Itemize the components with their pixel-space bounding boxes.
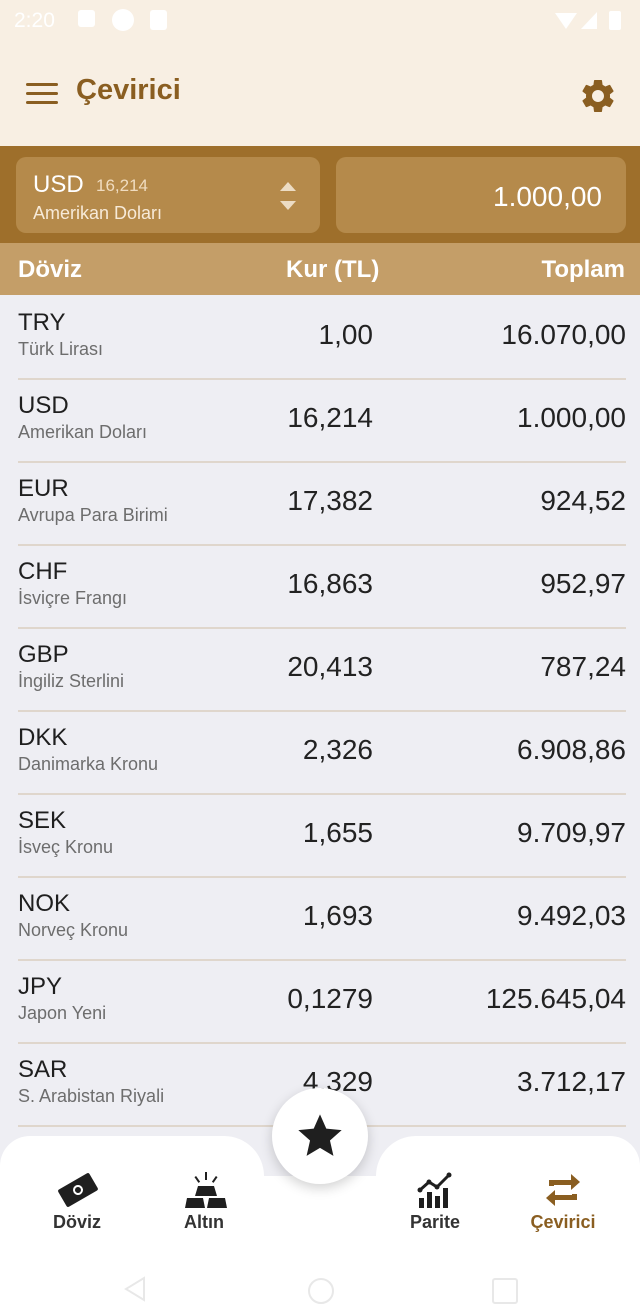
column-header-rate: Kur (TL)	[286, 256, 380, 283]
table-row[interactable]: GBP İngiliz Sterlini 20,413 787,24	[18, 627, 626, 712]
currency-select[interactable]: USD 16,214 Amerikan Doları	[16, 157, 320, 233]
column-header-total: Toplam	[541, 256, 625, 283]
row-name: İsviçre Frangı	[18, 588, 128, 608]
row-name: Japon Yeni	[18, 1003, 107, 1023]
table-row[interactable]: NOK Norveç Kronu 1,693 9.492,03	[18, 876, 626, 961]
converter-panel: USD 16,214 Amerikan Doları 1.000,00	[0, 146, 640, 243]
row-rate: 20,413	[287, 651, 373, 682]
row-code: TRY	[18, 309, 66, 336]
row-name: Türk Lirası	[18, 339, 104, 359]
selected-currency-rate: 16,214	[96, 176, 148, 195]
app-notification-icon	[112, 9, 134, 31]
row-name: Avrupa Para Birimi	[18, 505, 168, 525]
menu-icon[interactable]	[26, 81, 58, 107]
row-total: 9.492,03	[517, 900, 626, 931]
row-rate: 16,863	[287, 568, 373, 599]
back-icon[interactable]	[122, 1276, 148, 1302]
row-name: S. Arabistan Riyali	[18, 1086, 165, 1106]
gold-bars-icon	[185, 1172, 227, 1208]
nav-label-cevirici: Çevirici	[530, 1212, 596, 1232]
row-total: 952,97	[540, 568, 626, 599]
row-rate: 0,1279	[287, 983, 373, 1014]
column-header-currency: Döviz	[18, 256, 83, 283]
table-row[interactable]: TRY Türk Lirası 1,00 16.070,00	[18, 295, 626, 380]
row-code: NOK	[18, 890, 71, 917]
amount-input[interactable]: 1.000,00	[336, 157, 626, 233]
row-total: 125.645,04	[485, 983, 626, 1014]
selected-currency-name: Amerikan Doları	[33, 203, 163, 223]
table-row[interactable]: USD Amerikan Doları 16,214 1.000,00	[18, 378, 626, 463]
recent-apps-icon[interactable]	[492, 1278, 518, 1304]
row-code: EUR	[18, 475, 69, 502]
nav-item-altin[interactable]: Altın	[149, 1136, 259, 1246]
nav-item-parite[interactable]: Parite	[380, 1136, 490, 1246]
row-code: GBP	[18, 641, 69, 668]
row-name: Amerikan Doları	[18, 422, 148, 442]
nav-label-altin: Altın	[184, 1212, 224, 1232]
row-rate: 1,00	[318, 319, 374, 350]
table-row[interactable]: EUR Avrupa Para Birimi 17,382 924,52	[18, 461, 626, 546]
sort-arrows-icon	[280, 182, 296, 210]
page-title: Çevirici	[76, 74, 181, 106]
row-rate: 1,693	[302, 900, 373, 931]
row-name: Norveç Kronu	[18, 920, 129, 940]
row-name: Danimarka Kronu	[18, 754, 159, 774]
row-total: 787,24	[540, 651, 626, 682]
swap-icon	[546, 1174, 580, 1206]
nav-item-doviz[interactable]: Döviz	[22, 1136, 132, 1246]
row-rate: 1,655	[302, 817, 373, 848]
notification-icon	[78, 10, 95, 27]
nav-label-doviz: Döviz	[52, 1212, 101, 1232]
status-bar: 2:20	[0, 0, 640, 44]
row-total: 3.712,17	[517, 1066, 626, 1097]
favorites-fab[interactable]	[272, 1088, 368, 1184]
gear-icon[interactable]	[578, 76, 618, 116]
bottom-nav-middle	[264, 1176, 376, 1260]
row-total: 16.070,00	[501, 319, 626, 350]
table-row[interactable]: CHF İsviçre Frangı 16,863 952,97	[18, 544, 626, 629]
banknote-icon	[58, 1173, 98, 1207]
nav-item-cevirici[interactable]: Çevirici	[508, 1136, 618, 1246]
row-total: 924,52	[540, 485, 626, 516]
row-rate: 17,382	[287, 485, 373, 516]
chart-icon	[417, 1172, 452, 1208]
app-bar: Çevirici	[0, 44, 640, 146]
row-code: JPY	[18, 973, 63, 1000]
table-row[interactable]: JPY Japon Yeni 0,1279 125.645,04	[18, 959, 626, 1044]
amount-value: 1.000,00	[493, 181, 602, 212]
row-total: 9.709,97	[517, 817, 626, 848]
system-nav-bar	[0, 1260, 640, 1316]
table-header: Döviz Kur (TL) Toplam	[0, 243, 640, 295]
row-rate: 16,214	[287, 402, 373, 433]
row-code: CHF	[18, 558, 68, 585]
row-code: SEK	[18, 807, 67, 834]
status-time: 2:20	[14, 9, 55, 32]
row-name: İsveç Kronu	[18, 837, 114, 857]
row-rate: 2,326	[302, 734, 373, 765]
status-icons	[555, 11, 621, 30]
home-icon[interactable]	[308, 1278, 334, 1304]
row-code: SAR	[18, 1056, 68, 1083]
row-name: İngiliz Sterlini	[18, 671, 125, 691]
nav-label-parite: Parite	[409, 1212, 461, 1232]
table-row[interactable]: SEK İsveç Kronu 1,655 9.709,97	[18, 793, 626, 878]
row-code: USD	[18, 392, 69, 419]
row-code: DKK	[18, 724, 68, 751]
selected-currency-code: USD	[33, 171, 84, 198]
row-total: 6.908,86	[517, 734, 626, 765]
table-row[interactable]: DKK Danimarka Kronu 2,326 6.908,86	[18, 710, 626, 795]
sd-card-icon	[150, 10, 167, 30]
row-total: 1.000,00	[517, 402, 626, 433]
star-icon	[298, 1114, 342, 1156]
